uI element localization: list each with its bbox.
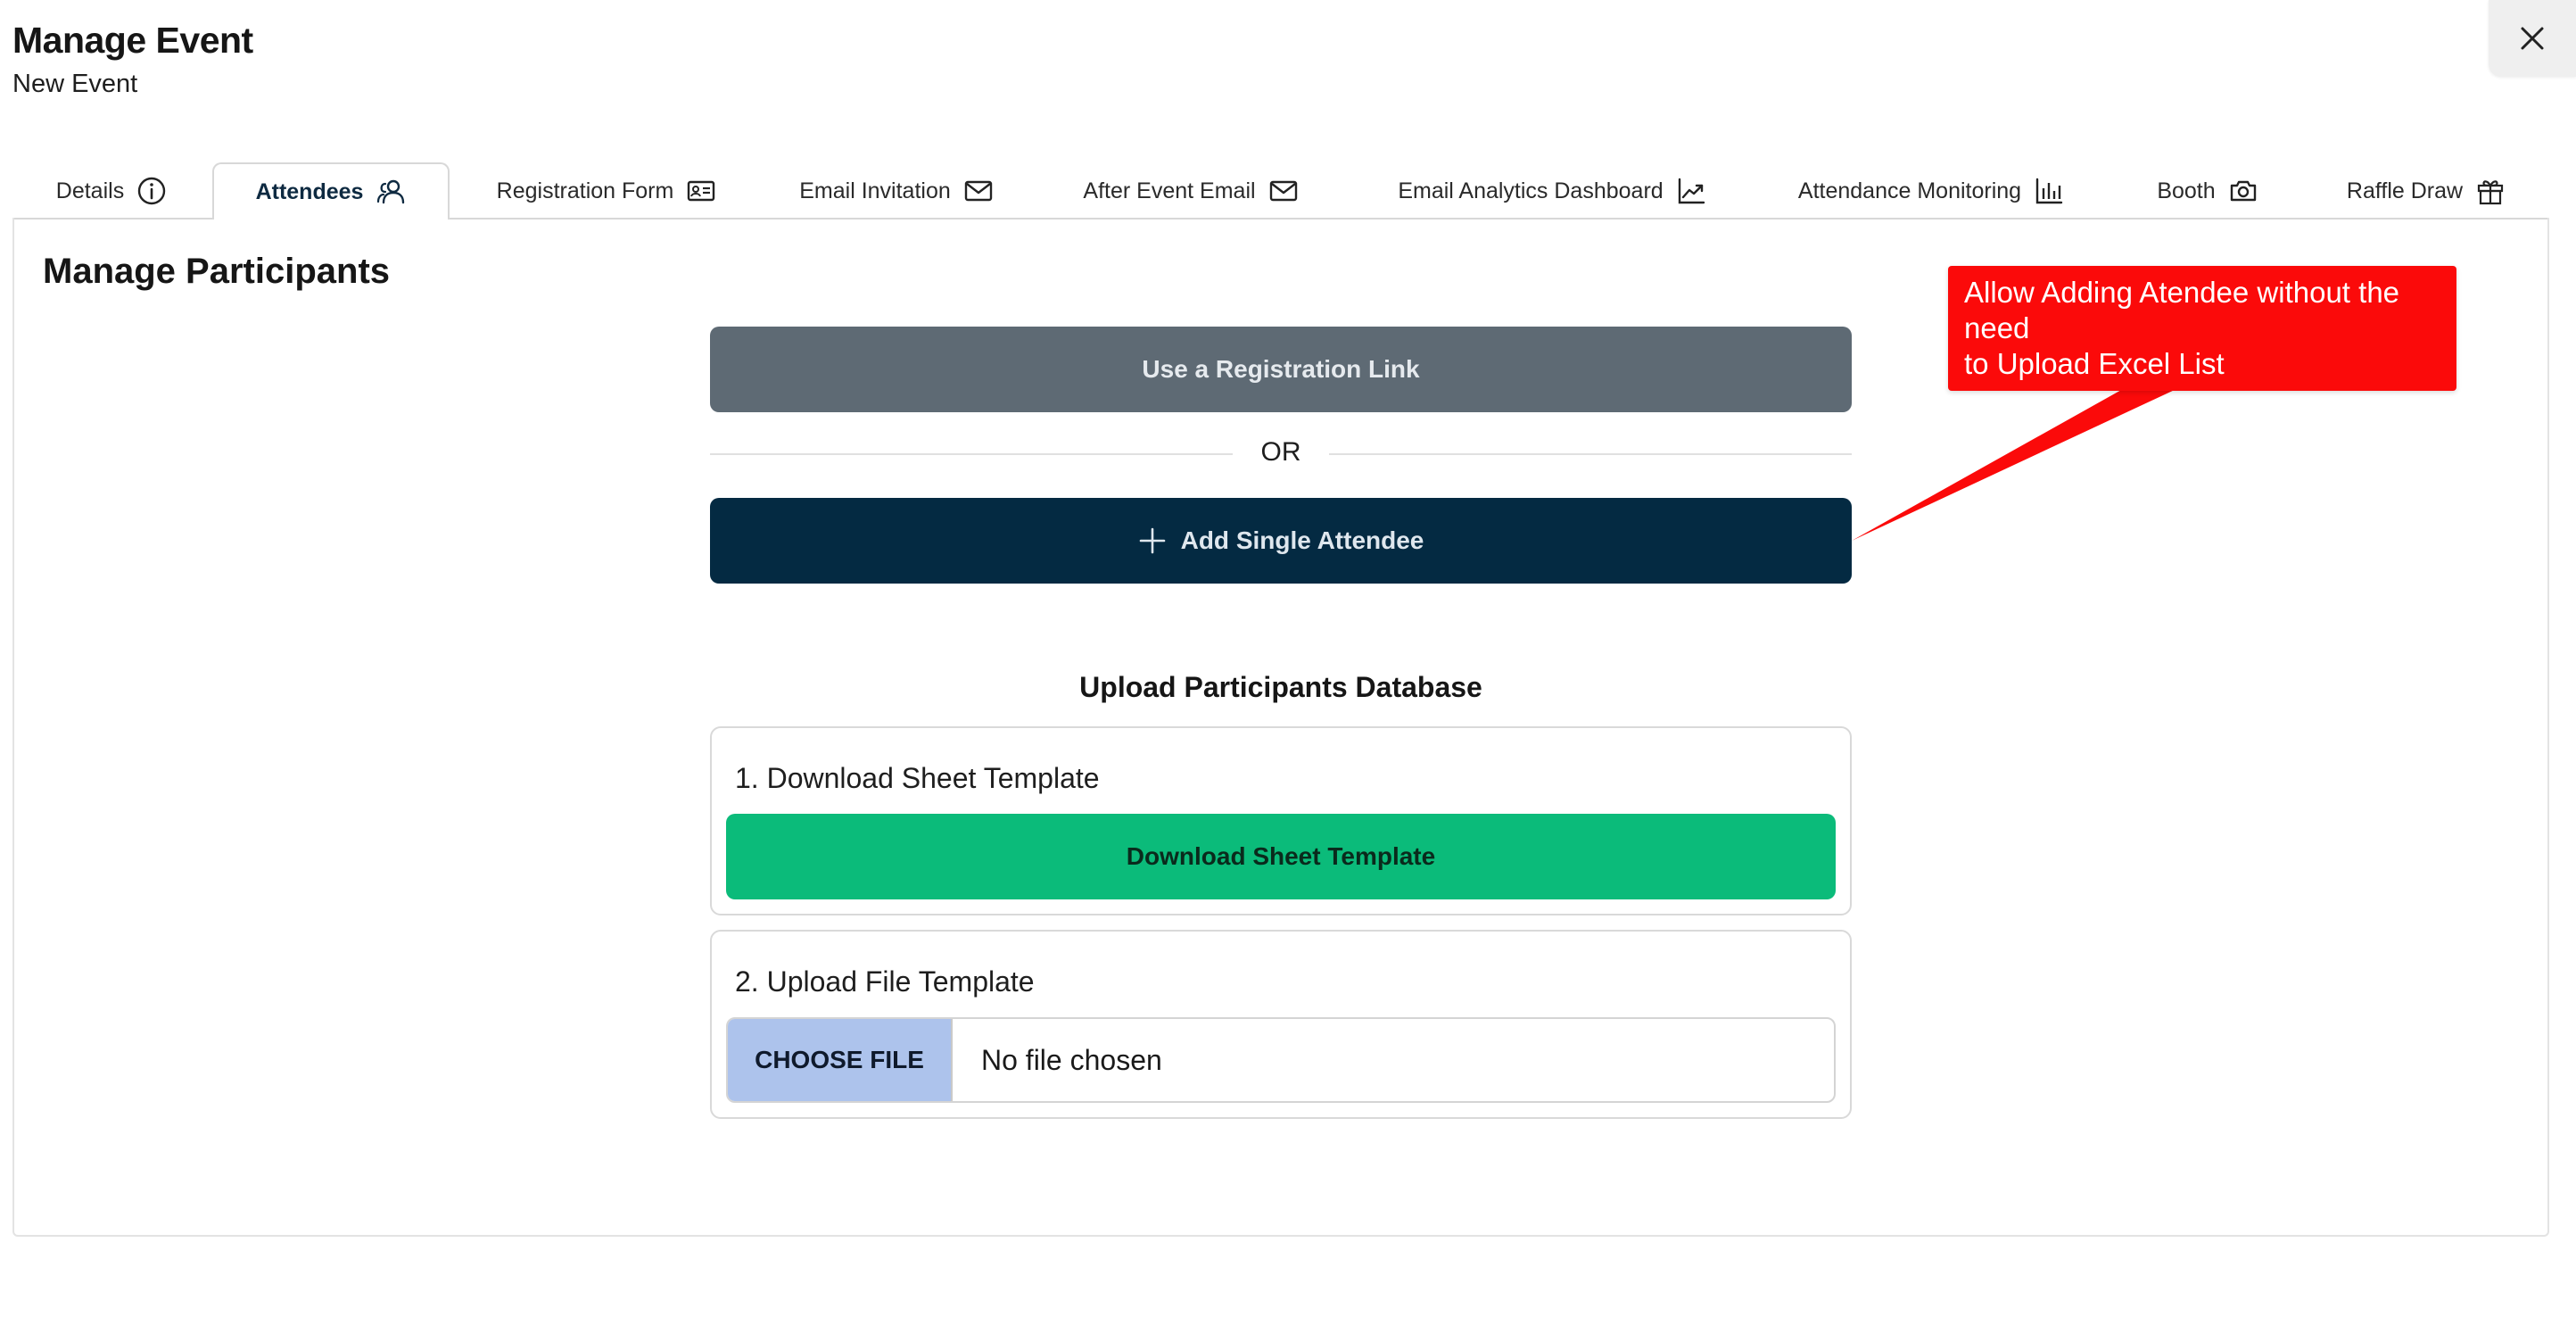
annotation-line: need xyxy=(1964,311,2030,344)
tab-attendees[interactable]: Attendees xyxy=(212,162,450,220)
manage-event-modal: Manage Event New Event Details Attendees xyxy=(0,0,2576,1342)
users-icon xyxy=(377,179,405,204)
annotation-line: Allow Adding Atendee without the xyxy=(1964,276,2400,309)
tab-label: Attendees xyxy=(255,178,364,204)
annotation-line: to Upload Excel List xyxy=(1964,347,2225,380)
annotation-callout: Allow Adding Atendee without the need to… xyxy=(1948,266,2456,391)
